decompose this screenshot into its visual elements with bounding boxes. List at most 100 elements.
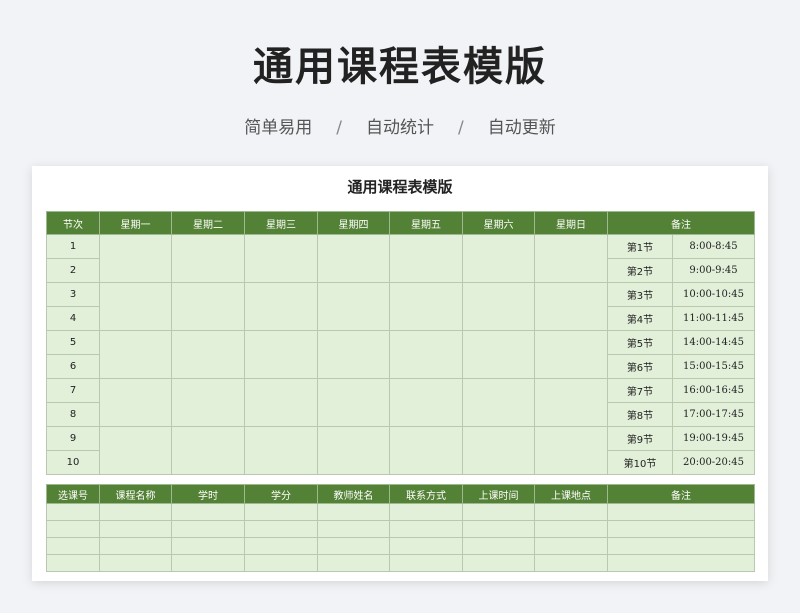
- class-slot-cell[interactable]: [462, 234, 535, 283]
- course-input-cell[interactable]: [607, 554, 755, 572]
- period-number: 3: [46, 282, 100, 307]
- course-input-cell[interactable]: [171, 554, 245, 572]
- course-input-cell[interactable]: [462, 554, 535, 572]
- course-input-cell[interactable]: [462, 537, 535, 555]
- period-time: 11:00-11:45: [672, 306, 755, 331]
- class-slot-cell[interactable]: [317, 426, 390, 475]
- course-input-cell[interactable]: [607, 537, 755, 555]
- course-input-cell[interactable]: [534, 520, 608, 538]
- class-slot-cell[interactable]: [317, 378, 390, 427]
- class-slot-cell[interactable]: [534, 378, 608, 427]
- course-input-cell[interactable]: [534, 554, 608, 572]
- period-label: 第9节: [607, 426, 673, 451]
- class-slot-cell[interactable]: [171, 426, 245, 475]
- schedule-header-cell: 备注: [607, 211, 755, 235]
- course-header-cell: 选课号: [46, 484, 100, 504]
- class-slot-cell[interactable]: [462, 282, 535, 331]
- class-slot-cell[interactable]: [317, 282, 390, 331]
- course-input-cell[interactable]: [317, 503, 390, 521]
- course-input-cell[interactable]: [99, 537, 172, 555]
- class-slot-cell[interactable]: [244, 378, 318, 427]
- course-input-cell[interactable]: [46, 520, 100, 538]
- schedule-row: 5 第5节 14:00-14:45: [46, 330, 755, 379]
- course-input-cell[interactable]: [607, 520, 755, 538]
- period-label: 第3节: [607, 282, 673, 307]
- class-slot-cell[interactable]: [389, 234, 463, 283]
- class-slot-cell[interactable]: [171, 282, 245, 331]
- feature-easy: 简单易用: [244, 118, 313, 138]
- class-slot-cell[interactable]: [99, 330, 172, 379]
- period-label: 第7节: [607, 378, 673, 403]
- course-input-cell[interactable]: [171, 520, 245, 538]
- course-input-cell[interactable]: [534, 503, 608, 521]
- course-input-cell[interactable]: [607, 503, 755, 521]
- class-slot-cell[interactable]: [99, 234, 172, 283]
- period-time: 15:00-15:45: [672, 354, 755, 379]
- feature-auto-stats: 自动统计: [366, 118, 434, 138]
- class-slot-cell[interactable]: [534, 330, 608, 379]
- class-slot-cell[interactable]: [244, 282, 318, 331]
- period-label: 第8节: [607, 402, 673, 427]
- course-input-cell[interactable]: [99, 520, 172, 538]
- course-input-cell[interactable]: [244, 520, 318, 538]
- period-time: 17:00-17:45: [672, 402, 755, 427]
- course-input-cell[interactable]: [244, 537, 318, 555]
- class-slot-cell[interactable]: [462, 378, 535, 427]
- period-label: 第1节: [607, 234, 673, 259]
- class-slot-cell[interactable]: [244, 426, 318, 475]
- course-input-cell[interactable]: [46, 537, 100, 555]
- class-slot-cell[interactable]: [171, 330, 245, 379]
- class-slot-cell[interactable]: [389, 426, 463, 475]
- class-slot-cell[interactable]: [534, 282, 608, 331]
- course-input-cell[interactable]: [317, 554, 390, 572]
- period-time: 14:00-14:45: [672, 330, 755, 355]
- course-input-cell[interactable]: [462, 503, 535, 521]
- period-number: 6: [46, 354, 100, 379]
- course-input-cell[interactable]: [389, 537, 463, 555]
- course-input-cell[interactable]: [171, 537, 245, 555]
- class-slot-cell[interactable]: [99, 282, 172, 331]
- course-input-cell[interactable]: [46, 554, 100, 572]
- course-input-cell[interactable]: [46, 503, 100, 521]
- course-input-cell[interactable]: [534, 537, 608, 555]
- feature-tagline: 简单易用 / 自动统计 / 自动更新: [0, 113, 800, 138]
- course-input-cell[interactable]: [244, 554, 318, 572]
- class-slot-cell[interactable]: [389, 378, 463, 427]
- course-header-cell: 课程名称: [99, 484, 172, 504]
- class-slot-cell[interactable]: [534, 426, 608, 475]
- class-slot-cell[interactable]: [317, 330, 390, 379]
- class-slot-cell[interactable]: [244, 234, 318, 283]
- period-label: 第6节: [607, 354, 673, 379]
- period-label: 第2节: [607, 258, 673, 283]
- class-slot-cell[interactable]: [534, 234, 608, 283]
- course-input-cell[interactable]: [389, 554, 463, 572]
- course-input-cell[interactable]: [317, 537, 390, 555]
- class-slot-cell[interactable]: [389, 282, 463, 331]
- course-input-cell[interactable]: [99, 554, 172, 572]
- class-slot-cell[interactable]: [462, 426, 535, 475]
- sheet-title: 通用课程表模版: [347, 178, 453, 196]
- course-input-cell[interactable]: [389, 520, 463, 538]
- class-slot-cell[interactable]: [389, 330, 463, 379]
- course-input-cell[interactable]: [462, 520, 535, 538]
- separator: /: [458, 118, 464, 138]
- class-slot-cell[interactable]: [317, 234, 390, 283]
- period-label: 第4节: [607, 306, 673, 331]
- course-input-cell[interactable]: [317, 520, 390, 538]
- class-slot-cell[interactable]: [99, 426, 172, 475]
- course-row: [46, 554, 755, 572]
- schedule-header-cell: 星期一: [99, 211, 172, 235]
- class-slot-cell[interactable]: [171, 234, 245, 283]
- course-header-cell: 上课时间: [462, 484, 535, 504]
- course-header-cell: 学时: [171, 484, 245, 504]
- class-slot-cell[interactable]: [244, 330, 318, 379]
- class-slot-cell[interactable]: [462, 330, 535, 379]
- period-number: 7: [46, 378, 100, 403]
- class-slot-cell[interactable]: [99, 378, 172, 427]
- course-input-cell[interactable]: [99, 503, 172, 521]
- course-input-cell[interactable]: [244, 503, 318, 521]
- schedule-row: 7 第7节 16:00-16:45: [46, 378, 755, 427]
- course-input-cell[interactable]: [389, 503, 463, 521]
- course-input-cell[interactable]: [171, 503, 245, 521]
- class-slot-cell[interactable]: [171, 378, 245, 427]
